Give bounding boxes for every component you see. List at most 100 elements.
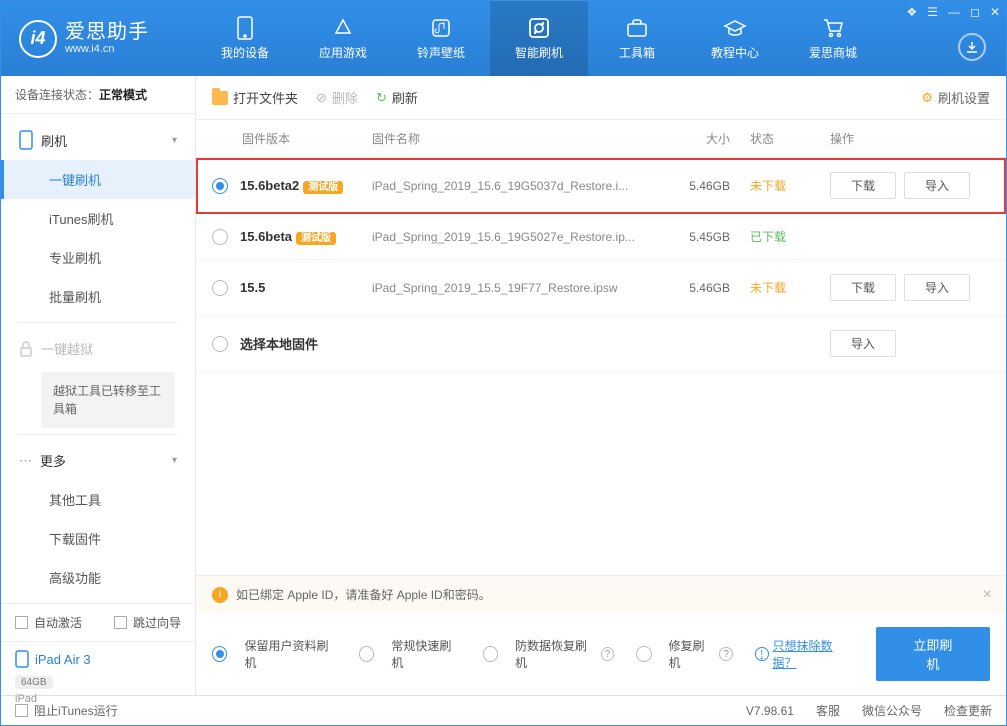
skip-guide-label: 跳过向导 <box>133 614 181 631</box>
firmware-row[interactable]: 15.6beta测试版 iPad_Spring_2019_15.6_19G502… <box>196 214 1006 260</box>
cart-icon <box>821 16 845 40</box>
wechat-link[interactable]: 微信公众号 <box>862 702 922 719</box>
firmware-filename: iPad_Spring_2019_15.6_19G5037d_Restore.i… <box>372 179 670 193</box>
nav-ringtones[interactable]: 铃声壁纸 <box>392 1 490 76</box>
firmware-status: 已下载 <box>750 228 830 245</box>
open-folder-button[interactable]: 打开文件夹 <box>212 88 298 107</box>
firmware-status: 未下载 <box>750 279 830 296</box>
menu-icon[interactable]: ☰ <box>927 5 938 19</box>
firmware-row[interactable]: 选择本地固件 导入 <box>196 316 1006 372</box>
sidebar-parent-more[interactable]: ⋯ 更多▾ <box>1 441 195 480</box>
import-button[interactable]: 导入 <box>904 274 970 301</box>
nav-toolbox[interactable]: 工具箱 <box>588 1 686 76</box>
graduation-icon <box>723 16 747 40</box>
flash-opt-keep-data[interactable]: 保留用户资料刷机 <box>212 637 337 671</box>
firmware-radio[interactable] <box>212 229 228 245</box>
folder-icon <box>212 91 228 105</box>
sidebar-item-advanced[interactable]: 高级功能 <box>1 558 195 597</box>
firmware-radio[interactable] <box>212 280 228 296</box>
close-icon[interactable]: ✕ <box>990 5 1000 19</box>
nav-flash[interactable]: 智能刷机 <box>490 1 588 76</box>
download-button[interactable]: 下载 <box>830 274 896 301</box>
app-store-icon <box>331 16 355 40</box>
import-button[interactable]: 导入 <box>904 172 970 199</box>
download-button[interactable] <box>958 33 986 61</box>
refresh-icon <box>527 16 551 40</box>
check-update-link[interactable]: 检查更新 <box>944 702 992 719</box>
flash-settings-button[interactable]: ⚙刷机设置 <box>921 88 990 107</box>
window-controls: ❖ ☰ — ◻ ✕ <box>906 5 1000 19</box>
sidebar-item-download-fw[interactable]: 下载固件 <box>1 519 195 558</box>
refresh-icon: ↻ <box>376 90 387 106</box>
firmware-radio[interactable] <box>212 178 228 194</box>
nav-apps[interactable]: 应用游戏 <box>294 1 392 76</box>
firmware-size: 5.46GB <box>670 179 750 193</box>
nav-tutorials[interactable]: 教程中心 <box>686 1 784 76</box>
sidebar-item-pro-flash[interactable]: 专业刷机 <box>1 238 195 277</box>
alert-close-button[interactable]: × <box>983 586 992 604</box>
firmware-radio[interactable] <box>212 336 228 352</box>
app-url: www.i4.cn <box>65 43 149 55</box>
logo-icon: i4 <box>19 20 57 58</box>
tablet-icon <box>15 650 29 668</box>
firmware-version: 15.6beta2测试版 <box>240 178 372 193</box>
auto-activate-label: 自动激活 <box>34 614 82 631</box>
customer-service-link[interactable]: 客服 <box>816 702 840 719</box>
phone-small-icon <box>19 130 33 150</box>
firmware-filename: iPad_Spring_2019_15.5_19F77_Restore.ipsw <box>372 281 670 295</box>
sidebar-parent-flash[interactable]: 刷机▾ <box>1 120 195 160</box>
storage-badge: 64GB <box>15 676 53 689</box>
firmware-version: 15.5 <box>240 280 372 295</box>
app-logo: i4 爱思助手 www.i4.cn <box>1 20 196 58</box>
app-title: 爱思助手 <box>65 21 149 43</box>
auto-activate-checkbox[interactable] <box>15 616 28 629</box>
import-button[interactable]: 导入 <box>830 330 896 357</box>
flash-opt-anti-recover[interactable]: 防数据恢复刷机? <box>483 637 615 671</box>
help-icon[interactable]: ? <box>601 647 615 661</box>
firmware-size: 5.45GB <box>670 230 750 244</box>
firmware-version: 选择本地固件 <box>240 334 372 353</box>
firmware-row[interactable]: 15.5 iPad_Spring_2019_15.5_19F77_Restore… <box>196 260 1006 316</box>
sidebar-item-itunes-flash[interactable]: iTunes刷机 <box>1 199 195 238</box>
block-itunes-label: 阻止iTunes运行 <box>34 702 118 719</box>
delete-button: ⊘删除 <box>316 88 358 107</box>
firmware-size: 5.46GB <box>670 281 750 295</box>
firmware-version: 15.6beta测试版 <box>240 229 372 244</box>
delete-icon: ⊘ <box>316 90 327 106</box>
version-label: V7.98.61 <box>746 704 794 718</box>
minimize-icon[interactable]: — <box>948 5 960 19</box>
phone-icon <box>233 16 257 40</box>
download-button[interactable]: 下载 <box>830 172 896 199</box>
help-icon[interactable]: ? <box>719 647 732 661</box>
firmware-filename: iPad_Spring_2019_15.6_19G5027e_Restore.i… <box>372 230 670 244</box>
nav-my-device[interactable]: 我的设备 <box>196 1 294 76</box>
settings-icon[interactable]: ❖ <box>906 5 917 19</box>
warning-icon: ! <box>212 587 228 603</box>
gear-icon: ⚙ <box>921 90 933 106</box>
erase-data-link[interactable]: !只想抹除数据？ <box>755 637 854 671</box>
flash-opt-repair[interactable]: 修复刷机? <box>636 637 733 671</box>
skip-guide-checkbox[interactable] <box>114 616 127 629</box>
firmware-status: 未下载 <box>750 177 830 194</box>
sidebar-item-other-tools[interactable]: 其他工具 <box>1 480 195 519</box>
more-icon: ⋯ <box>19 453 32 469</box>
apple-id-alert: ! 如已绑定 Apple ID，请准备好 Apple ID和密码。 × <box>196 576 1006 613</box>
maximize-icon[interactable]: ◻ <box>970 5 980 19</box>
connection-status: 设备连接状态：正常模式 <box>1 76 195 114</box>
toolbox-icon <box>625 16 649 40</box>
firmware-row[interactable]: 15.6beta2测试版 iPad_Spring_2019_15.6_19G50… <box>196 158 1006 214</box>
sidebar-item-batch-flash[interactable]: 批量刷机 <box>1 277 195 316</box>
lock-icon <box>19 341 33 357</box>
nav-mall[interactable]: 爱思商城 <box>784 1 882 76</box>
jailbreak-note: 越狱工具已转移至工具箱 <box>41 372 175 428</box>
table-header: 固件版本 固件名称 大小 状态 操作 <box>196 120 1006 158</box>
music-icon <box>429 16 453 40</box>
block-itunes-checkbox[interactable] <box>15 704 28 717</box>
flash-now-button[interactable]: 立即刷机 <box>876 627 990 681</box>
sidebar-parent-jailbreak: 一键越狱 <box>1 329 195 368</box>
refresh-button[interactable]: ↻刷新 <box>376 88 418 107</box>
chevron-down-icon: ▾ <box>172 455 177 466</box>
sidebar-item-oneclick-flash[interactable]: 一键刷机 <box>1 160 195 199</box>
flash-opt-normal[interactable]: 常规快速刷机 <box>359 637 461 671</box>
chevron-down-icon: ▾ <box>172 135 177 146</box>
